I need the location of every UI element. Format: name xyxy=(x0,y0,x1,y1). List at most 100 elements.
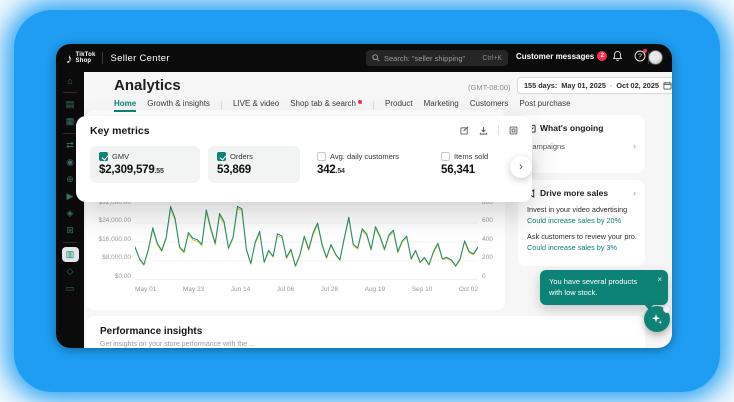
low-stock-toast: You have several products with low stock… xyxy=(540,270,668,305)
suggestion-customer-reviews[interactable]: Ask customers to review your pro... Coul… xyxy=(527,232,636,252)
date-range-prefix: 155 days: xyxy=(524,81,557,90)
suggestion-benefit: Could increase sales by 20% xyxy=(527,216,636,225)
new-feature-dot xyxy=(358,100,362,104)
tab-customers[interactable]: Customers xyxy=(470,99,509,112)
tab-divider xyxy=(373,101,374,110)
calendar-icon xyxy=(663,81,672,90)
sidebar-item-analytics[interactable]: ▥ xyxy=(56,246,84,263)
performance-insights-card: Performance insights Get insights on you… xyxy=(86,316,645,348)
avg-daily-customers-value: 342.54 xyxy=(317,164,415,176)
y-axis-right-labels: 8006004002000 xyxy=(482,200,504,280)
topbar-divider xyxy=(102,52,103,64)
tab-home[interactable]: Home xyxy=(114,99,136,112)
tab-growth-insights[interactable]: Growth & insights xyxy=(147,99,210,112)
key-metrics-tiles: GMV $2,309,579.55 Orders 53,869 Avg. dai… xyxy=(90,146,520,183)
logo-line2: Shop xyxy=(76,58,92,64)
date-range-end: Oct 02, 2025 xyxy=(616,81,659,90)
customer-messages-button[interactable]: Customer messages 2 xyxy=(516,51,607,61)
home-icon: ⌂ xyxy=(67,76,72,86)
gmv-orders-line-chart[interactable] xyxy=(135,204,478,280)
gmv-value: $2,309,579.55 xyxy=(99,164,191,176)
tab-live-video[interactable]: LIVE & video xyxy=(233,99,279,112)
campaigns-row[interactable]: Campaigns › xyxy=(527,141,636,151)
key-metrics-title: Key metrics xyxy=(90,125,150,137)
metric-tile-items-sold[interactable]: Items sold 56,341 xyxy=(432,146,520,183)
items-sold-checkbox[interactable] xyxy=(441,152,450,161)
sidebar-item-apps[interactable]: ⊞ xyxy=(56,222,84,239)
assistant-fab-button[interactable] xyxy=(644,306,670,332)
metrics-next-button[interactable]: › xyxy=(510,156,532,178)
tab-post-purchase[interactable]: Post purchase xyxy=(519,99,570,112)
items-sold-label: Items sold xyxy=(454,152,488,161)
whats-ongoing-title: What's ongoing xyxy=(540,123,636,133)
tiktok-logo-icon: ♪ xyxy=(66,51,73,66)
date-range-picker[interactable]: 155 days: May 01, 2025 - Oct 02, 2025 xyxy=(517,77,672,94)
gmv-label: GMV xyxy=(112,152,129,161)
sidebar-item-finance[interactable]: ▭ xyxy=(56,280,84,297)
page-title: Analytics xyxy=(114,77,181,94)
drive-more-sales-header[interactable]: Drive more sales › xyxy=(527,188,636,198)
tab-marketing[interactable]: Marketing xyxy=(424,99,459,112)
tab-product[interactable]: Product xyxy=(385,99,413,112)
tab-divider xyxy=(221,101,222,110)
tiktok-shop-logo[interactable]: TikTok Shop xyxy=(76,52,96,65)
svg-text:?: ? xyxy=(638,53,642,60)
help-icon[interactable]: ? xyxy=(634,50,646,62)
orders-label: Orders xyxy=(230,152,253,161)
sidebar-item-ideas[interactable]: ◇ xyxy=(56,263,84,280)
sparkle-icon xyxy=(651,313,663,325)
returns-icon: ⇄ xyxy=(66,140,74,151)
drive-more-sales-title: Drive more sales xyxy=(540,188,629,198)
sidebar-item-home[interactable]: ⌂ xyxy=(56,72,84,89)
toast-close-icon[interactable]: × xyxy=(657,275,662,284)
ideas-icon: ◇ xyxy=(67,266,74,277)
metric-tile-orders[interactable]: Orders 53,869 xyxy=(208,146,300,183)
analytics-tabs: Home Growth & insights LIVE & video Shop… xyxy=(114,99,571,112)
apps-icon: ⊞ xyxy=(66,225,74,236)
whats-ongoing-card: What's ongoing Campaigns › xyxy=(518,115,645,173)
notifications-bell-icon[interactable] xyxy=(612,50,623,62)
search-input[interactable]: Search: "seller shipping" Ctrl+K xyxy=(366,50,508,66)
fab-badge-dot xyxy=(663,305,671,313)
product-name: Seller Center xyxy=(110,53,169,64)
metric-tile-avg-daily-customers[interactable]: Avg. daily customers 342.54 xyxy=(308,146,424,183)
metric-tile-gmv[interactable]: GMV $2,309,579.55 xyxy=(90,146,200,183)
edit-icon[interactable] xyxy=(460,126,469,135)
tab-shop-tab-search-label: Shop tab & search xyxy=(290,99,356,108)
campaigns-label: Campaigns xyxy=(527,142,633,151)
performance-insights-title: Performance insights xyxy=(100,326,631,337)
orders-value: 53,869 xyxy=(217,164,291,176)
suggestion-benefit: Could increase sales by 3% xyxy=(527,243,636,252)
finance-icon: ▭ xyxy=(66,283,75,294)
top-bar: ♪ TikTok Shop Seller Center Search: "sel… xyxy=(56,44,672,72)
avatar[interactable] xyxy=(648,50,663,65)
key-metrics-card: Key metrics GMV $2,309,579.55 Orders 53,… xyxy=(76,116,532,202)
avg-daily-customers-label: Avg. daily customers xyxy=(330,152,399,161)
live-video-icon: ▶ xyxy=(67,191,74,202)
toolbar-divider xyxy=(498,125,499,135)
avg-daily-customers-checkbox[interactable] xyxy=(317,152,326,161)
left-nav-sidebar: ⌂ ▤ ▦ ⇄ ◉ ⊕ ▶ ◈ ⊞ ▥ ◇ ▭ xyxy=(56,72,84,348)
expand-icon[interactable] xyxy=(509,126,518,135)
orders-icon: ▤ xyxy=(66,99,75,110)
chevron-right-icon: › xyxy=(633,141,636,151)
suggestion-video-advertising[interactable]: Invest in your video advertising Could i… xyxy=(527,205,636,225)
x-axis-labels: May 01May 23Jun 14Jul 06Jul 28Aug 19Sep … xyxy=(135,286,478,293)
performance-insights-subtitle: Get insights on your store performance w… xyxy=(100,341,631,348)
sidebar-item-orders[interactable]: ▤ xyxy=(56,96,84,113)
tab-shop-tab-search[interactable]: Shop tab & search xyxy=(290,99,362,112)
messages-badge: 2 xyxy=(597,51,607,61)
key-metrics-toolbar xyxy=(460,125,518,135)
date-range-separator: - xyxy=(610,81,612,90)
seller-center-window: ♪ TikTok Shop Seller Center Search: "sel… xyxy=(56,44,672,348)
toast-message: You have several products with low stock… xyxy=(549,277,659,298)
gmv-checkbox[interactable] xyxy=(99,152,108,161)
sidebar-item-promotions[interactable]: ◈ xyxy=(56,205,84,222)
chevron-right-icon: › xyxy=(519,161,523,173)
chevron-right-icon: › xyxy=(633,188,636,198)
download-icon[interactable] xyxy=(479,126,488,135)
logo-line1: TikTok xyxy=(76,52,96,58)
orders-checkbox[interactable] xyxy=(217,152,226,161)
y-axis-left-labels: $32,000.00$24,000.00$16,000.00$8,000.00$… xyxy=(86,200,131,280)
timezone-label: (GMT-08:00) xyxy=(468,83,511,92)
